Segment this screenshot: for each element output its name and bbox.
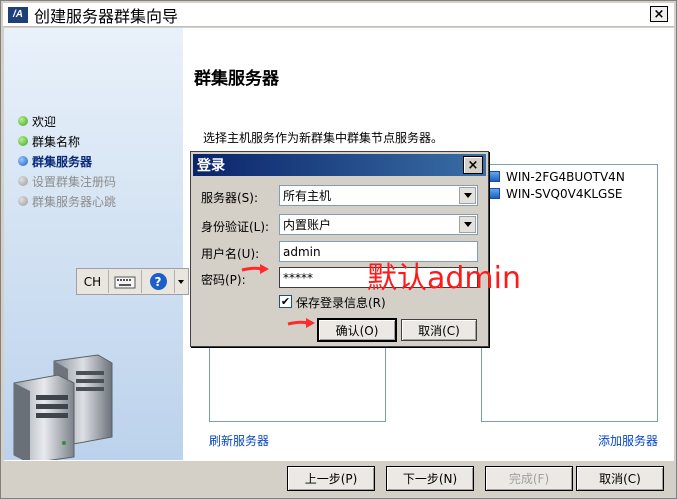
server-value: 所有主机: [283, 189, 332, 203]
ime-options-icon[interactable]: [175, 270, 187, 293]
window-close-button[interactable]: ×: [650, 6, 668, 22]
server-select[interactable]: 所有主机: [279, 185, 478, 206]
login-close-button[interactable]: ×: [463, 156, 483, 174]
prev-button[interactable]: 上一步(P): [287, 466, 375, 491]
window-title: 创建服务器群集向导: [34, 6, 179, 26]
username-label: 用户名(U):: [201, 247, 260, 261]
annotation-text: 默认admin: [367, 261, 521, 296]
chevron-down-icon[interactable]: [459, 187, 476, 204]
login-title-bar: 登录 ×: [193, 154, 486, 176]
step-label: 群集服务器: [32, 154, 93, 169]
chevron-down-icon[interactable]: [459, 216, 476, 233]
step-label: 设置群集注册码: [32, 174, 117, 189]
password-label: 密码(P):: [201, 273, 246, 287]
refresh-servers-link[interactable]: 刷新服务器: [209, 432, 269, 449]
step-cluster-servers: 群集服务器: [18, 151, 116, 171]
list-item[interactable]: WIN-2FG4BUOTV4N: [482, 168, 657, 185]
save-login-checkbox[interactable]: ✔: [279, 295, 292, 308]
help-icon[interactable]: ?: [142, 270, 175, 293]
step-pending-icon: [18, 196, 28, 206]
page-title: 群集服务器: [194, 69, 279, 89]
step-label: 群集名称: [32, 134, 81, 149]
title-bar: /A 创建服务器群集向导 ×: [3, 3, 674, 27]
auth-label: 身份验证(L):: [201, 220, 270, 234]
server-icon: [488, 188, 500, 199]
step-list: 欢迎 群集名称 群集服务器 设置群集注册码 群集服务器心跳: [18, 111, 116, 211]
help-glyph: ?: [149, 273, 167, 290]
ime-toolbar: CH ?: [76, 268, 189, 295]
login-dialog: 登录 × 服务器(S): 所有主机 身份验证(L): 内置账户 用户名(U): …: [190, 151, 489, 347]
app-logo-icon: /A: [8, 6, 28, 23]
step-label: 欢迎: [32, 114, 57, 129]
wizard-sidebar: 欢迎 群集名称 群集服务器 设置群集注册码 群集服务器心跳: [4, 28, 183, 460]
keyboard-icon[interactable]: [109, 270, 142, 293]
step-cluster-name: 群集名称: [18, 131, 116, 151]
step-heartbeat: 群集服务器心跳: [18, 191, 116, 211]
server-icon: [488, 171, 500, 182]
step-current-icon: [18, 156, 28, 166]
list-item[interactable]: WIN-SVQ0V4KLGSE: [482, 185, 657, 202]
step-done-icon: [18, 116, 28, 126]
step-done-icon: [18, 136, 28, 146]
step-pending-icon: [18, 176, 28, 186]
server-name: WIN-2FG4BUOTV4N: [506, 169, 625, 184]
login-title: 登录: [197, 158, 225, 174]
instruction-text: 选择主机服务作为新群集中群集节点服务器。: [203, 131, 444, 145]
step-welcome: 欢迎: [18, 111, 116, 131]
auth-value: 内置账户: [283, 218, 332, 232]
server-towers-icon: [13, 354, 113, 460]
ime-language-button[interactable]: CH: [77, 270, 109, 293]
server-label: 服务器(S):: [201, 191, 259, 205]
add-server-link[interactable]: 添加服务器: [598, 432, 658, 449]
login-ok-button[interactable]: 确认(O): [318, 319, 396, 341]
step-label: 群集服务器心跳: [32, 194, 117, 209]
server-name: WIN-SVQ0V4KLGSE: [506, 186, 623, 201]
wizard-button-bar: 上一步(P) 下一步(N) 完成(F) 取消(C): [4, 460, 674, 497]
step-registration-code: 设置群集注册码: [18, 171, 116, 191]
arrow-right-icon: [287, 318, 315, 328]
arrow-right-icon: [241, 264, 269, 274]
cancel-button[interactable]: 取消(C): [576, 466, 664, 491]
finish-button[interactable]: 完成(F): [485, 466, 573, 491]
auth-select[interactable]: 内置账户: [279, 214, 478, 235]
next-button[interactable]: 下一步(N): [386, 466, 474, 491]
login-cancel-button[interactable]: 取消(C): [401, 319, 477, 341]
